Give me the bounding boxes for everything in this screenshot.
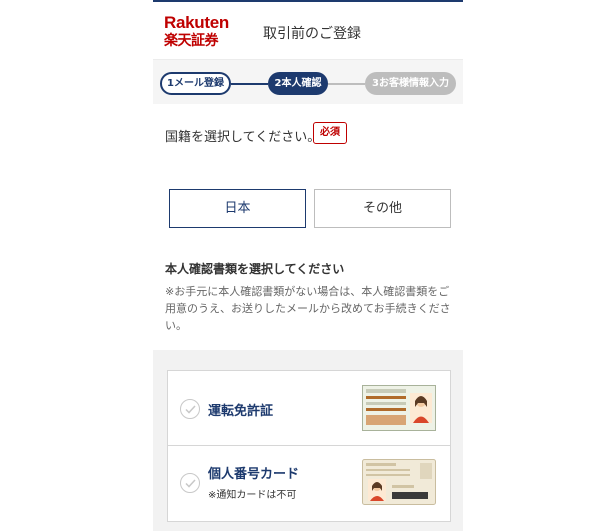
progress-stepper: 1メール登録 2本人確認 3お客様情報入力 <box>153 60 463 104</box>
nationality-question: 国籍を選択してください。 <box>165 130 321 145</box>
signup-frame: Rakuten 楽天証券 取引前のご登録 1メール登録 2本人確認 3お客様情報… <box>153 0 463 531</box>
document-option-my-number-card[interactable]: 個人番号カード ※通知カードは不可 <box>167 446 451 522</box>
step-connector-2 <box>328 83 365 85</box>
step-email-registration: 1メール登録 <box>160 72 231 95</box>
check-circle-icon <box>180 399 200 419</box>
document-title-my-number-card: 個人番号カード <box>208 467 300 482</box>
my-number-card-image <box>362 459 436 509</box>
document-heading: 本人確認書類を選択してください <box>165 262 345 276</box>
logo-en: Rakuten <box>164 13 229 32</box>
rakuten-securities-logo: Rakuten 楽天証券 <box>164 14 230 54</box>
logo-jp: 楽天証券 <box>164 33 219 49</box>
step-identity-verification: 2本人確認 <box>268 72 328 95</box>
document-title-drivers-license: 運転免許証 <box>208 404 274 419</box>
document-note: ※お手元に本人確認書類がない場合は、本人確認書類をご用意のうえ、お送りしたメール… <box>165 285 451 332</box>
page-title: 取引前のご登録 <box>263 26 361 42</box>
check-circle-icon <box>180 473 200 493</box>
required-badge: 必須 <box>313 122 347 144</box>
document-option-drivers-license[interactable]: 運転免許証 <box>167 370 451 446</box>
nationality-option-japan[interactable]: 日本 <box>169 189 306 228</box>
nationality-option-other[interactable]: その他 <box>314 189 451 228</box>
header: Rakuten 楽天証券 取引前のご登録 <box>153 2 463 60</box>
step-connector-1 <box>231 83 268 85</box>
document-sub-my-number-card: ※通知カードは不可 <box>208 490 297 501</box>
step-customer-info: 3お客様情報入力 <box>365 72 456 95</box>
drivers-license-image <box>362 385 436 435</box>
